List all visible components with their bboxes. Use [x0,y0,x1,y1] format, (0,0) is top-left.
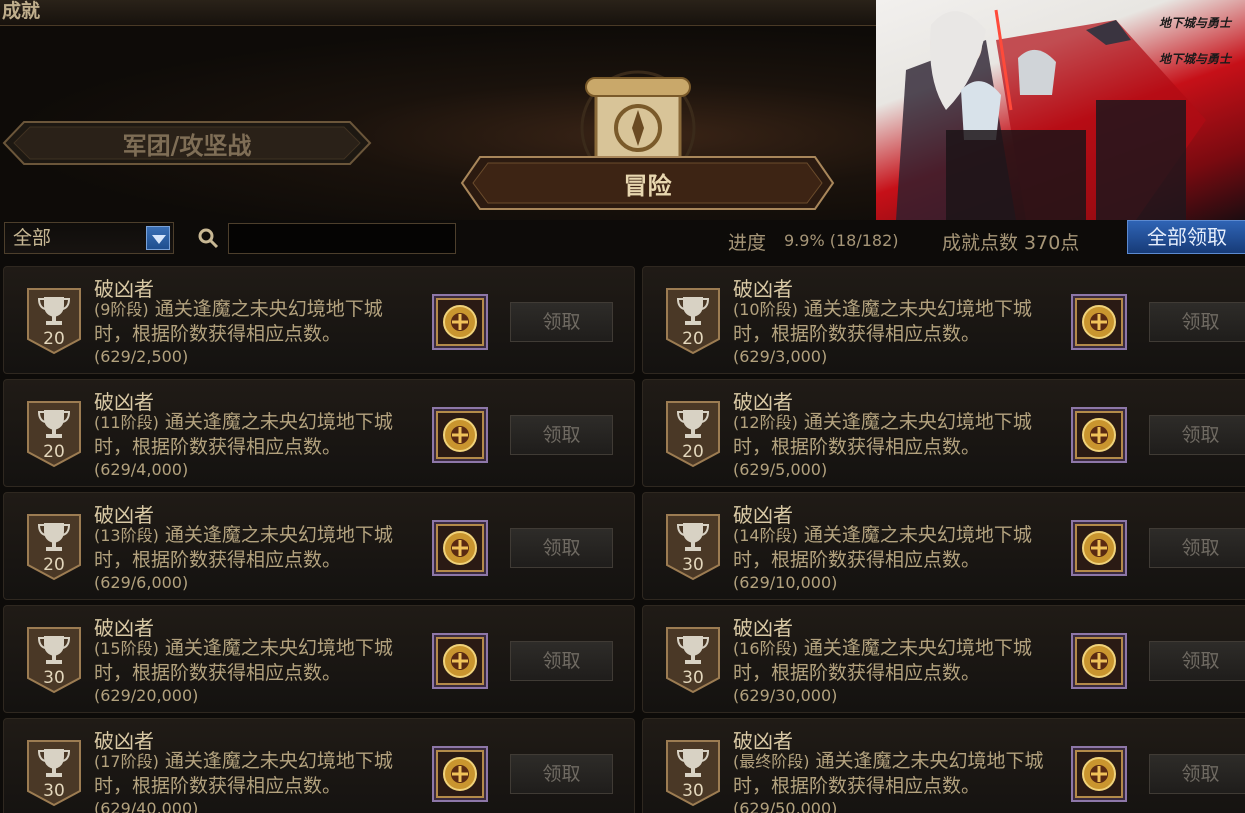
achievement-progress: (629/50,000) [733,799,838,813]
achievement-stage: (最终阶段) [733,752,810,771]
trophy-badge: 30 [665,626,721,694]
achievement-description: (13阶段) 通关逢魔之未央幻境地下城时，根据阶数获得相应点数。 [94,523,419,573]
achievement-stage: (15阶段) [94,639,159,658]
achievement-stage: (12阶段) [733,413,798,432]
banner-logo-bottom: 地下城与勇士 [1158,52,1231,66]
achievement-points-value: 20 [43,555,65,575]
trophy-badge: 30 [26,739,82,807]
trophy-badge: 20 [665,287,721,355]
reward-box-icon[interactable] [432,407,488,463]
achievement-stage: (16阶段) [733,639,798,658]
category-select[interactable]: 全部 [4,222,174,254]
tab-adventure[interactable]: 冒险 [460,155,835,211]
tab-legion-raid[interactable]: 军团/攻坚战 [2,120,372,166]
achievement-points-value: 30 [682,668,704,688]
achievement-description: (16阶段) 通关逢魔之未央幻境地下城时，根据阶数获得相应点数。 [733,636,1058,686]
achievement-stage: (14阶段) [733,526,798,545]
achievement-description: (10阶段) 通关逢魔之未央幻境地下城时，根据阶数获得相应点数。 [733,297,1058,347]
achievement-points-value: 20 [43,329,65,349]
claim-all-button[interactable]: 全部领取 [1127,220,1245,254]
trophy-badge: 30 [26,626,82,694]
achievement-description: (9阶段) 通关逢魔之未央幻境地下城时，根据阶数获得相应点数。 [94,297,419,347]
achievement-points-value: 30 [682,555,704,575]
reward-box-icon[interactable] [1071,407,1127,463]
tab-legion-label: 军团/攻坚战 [122,130,252,160]
game-banner-art: 地下城与勇士 地下城与勇士 [876,0,1245,220]
achievement-stage: (10阶段) [733,300,798,319]
category-select-value: 全部 [13,227,52,249]
claim-button[interactable]: 领取 [1149,754,1245,794]
reward-box-icon[interactable] [432,520,488,576]
achievement-card: 20 破凶者 (13阶段) 通关逢魔之未央幻境地下城时，根据阶数获得相应点数。 … [3,492,635,600]
reward-box-icon[interactable] [1071,294,1127,350]
achievement-description: (17阶段) 通关逢魔之未央幻境地下城时，根据阶数获得相应点数。 [94,749,419,799]
achievement-stage: (9阶段) [94,300,149,319]
filter-row: 全部 进度 9.9% (18/182) 成就点数 370点 全部领取 [0,220,1245,262]
claim-button[interactable]: 领取 [510,754,613,794]
achievement-stage: (13阶段) [94,526,159,545]
achievement-card: 30 破凶者 (最终阶段) 通关逢魔之未央幻境地下城时，根据阶数获得相应点数。 … [642,718,1245,813]
trophy-badge: 20 [665,400,721,468]
progress-label: 进度 [728,232,767,254]
trophy-badge: 20 [26,400,82,468]
window-title-bar: 成就 [0,0,880,26]
reward-box-icon[interactable] [432,294,488,350]
achievement-points-value: 20 [682,442,704,462]
claim-button[interactable]: 领取 [510,415,613,455]
window-title: 成就 [2,0,41,22]
achievement-points-value: 20 [43,442,65,462]
achievement-card: 20 破凶者 (12阶段) 通关逢魔之未央幻境地下城时，根据阶数获得相应点数。 … [642,379,1245,487]
achievement-points-value: 20 [682,329,704,349]
claim-button[interactable]: 领取 [1149,415,1245,455]
claim-button[interactable]: 领取 [1149,528,1245,568]
achievement-card: 30 破凶者 (14阶段) 通关逢魔之未央幻境地下城时，根据阶数获得相应点数。 … [642,492,1245,600]
achievement-card: 30 破凶者 (17阶段) 通关逢魔之未央幻境地下城时，根据阶数获得相应点数。 … [3,718,635,813]
tab-adventure-label: 冒险 [623,170,672,200]
achievement-progress: (629/6,000) [94,573,189,592]
achievement-progress: (629/2,500) [94,347,189,366]
progress-value: 9.9% (18/182) [784,231,899,250]
reward-box-icon[interactable] [432,746,488,802]
trophy-badge: 20 [26,513,82,581]
achievement-card: 30 破凶者 (16阶段) 通关逢魔之未央幻境地下城时，根据阶数获得相应点数。 … [642,605,1245,713]
achievement-card: 30 破凶者 (15阶段) 通关逢魔之未央幻境地下城时，根据阶数获得相应点数。 … [3,605,635,713]
reward-box-icon[interactable] [1071,746,1127,802]
achievement-description: (14阶段) 通关逢魔之未央幻境地下城时，根据阶数获得相应点数。 [733,523,1058,573]
achievement-card: 20 破凶者 (10阶段) 通关逢魔之未央幻境地下城时，根据阶数获得相应点数。 … [642,266,1245,374]
achievement-progress: (629/10,000) [733,573,838,592]
achievement-points-value: 30 [43,668,65,688]
reward-box-icon[interactable] [1071,633,1127,689]
reward-box-icon[interactable] [1071,520,1127,576]
trophy-badge: 30 [665,513,721,581]
chevron-down-icon[interactable] [146,226,170,250]
achievement-progress: (629/3,000) [733,347,828,366]
achievement-points: 成就点数 370点 [942,232,1080,254]
achievement-card: 20 破凶者 (11阶段) 通关逢魔之未央幻境地下城时，根据阶数获得相应点数。 … [3,379,635,487]
achievement-points-value: 30 [43,781,65,801]
achievement-progress: (629/40,000) [94,799,199,813]
reward-box-icon[interactable] [432,633,488,689]
achievement-progress: (629/4,000) [94,460,189,479]
achievement-progress: (629/5,000) [733,460,828,479]
claim-button[interactable]: 领取 [510,302,613,342]
achievement-progress: (629/30,000) [733,686,838,705]
claim-button[interactable]: 领取 [510,528,613,568]
achievement-description: (11阶段) 通关逢魔之未央幻境地下城时，根据阶数获得相应点数。 [94,410,419,460]
achievement-points-value: 30 [682,781,704,801]
achievement-card: 20 破凶者 (9阶段) 通关逢魔之未央幻境地下城时，根据阶数获得相应点数。 (… [3,266,635,374]
claim-button[interactable]: 领取 [1149,302,1245,342]
search-input[interactable] [228,223,456,254]
achievement-description: (15阶段) 通关逢魔之未央幻境地下城时，根据阶数获得相应点数。 [94,636,419,686]
trophy-badge: 20 [26,287,82,355]
claim-button[interactable]: 领取 [1149,641,1245,681]
search-icon[interactable] [196,226,220,250]
achievement-progress: (629/20,000) [94,686,199,705]
achievement-description: (最终阶段) 通关逢魔之未央幻境地下城时，根据阶数获得相应点数。 [733,749,1058,799]
claim-button[interactable]: 领取 [510,641,613,681]
trophy-badge: 30 [665,739,721,807]
achievement-stage: (11阶段) [94,413,159,432]
achievement-stage: (17阶段) [94,752,159,771]
banner-logo-top: 地下城与勇士 [1158,16,1231,30]
achievement-description: (12阶段) 通关逢魔之未央幻境地下城时，根据阶数获得相应点数。 [733,410,1058,460]
